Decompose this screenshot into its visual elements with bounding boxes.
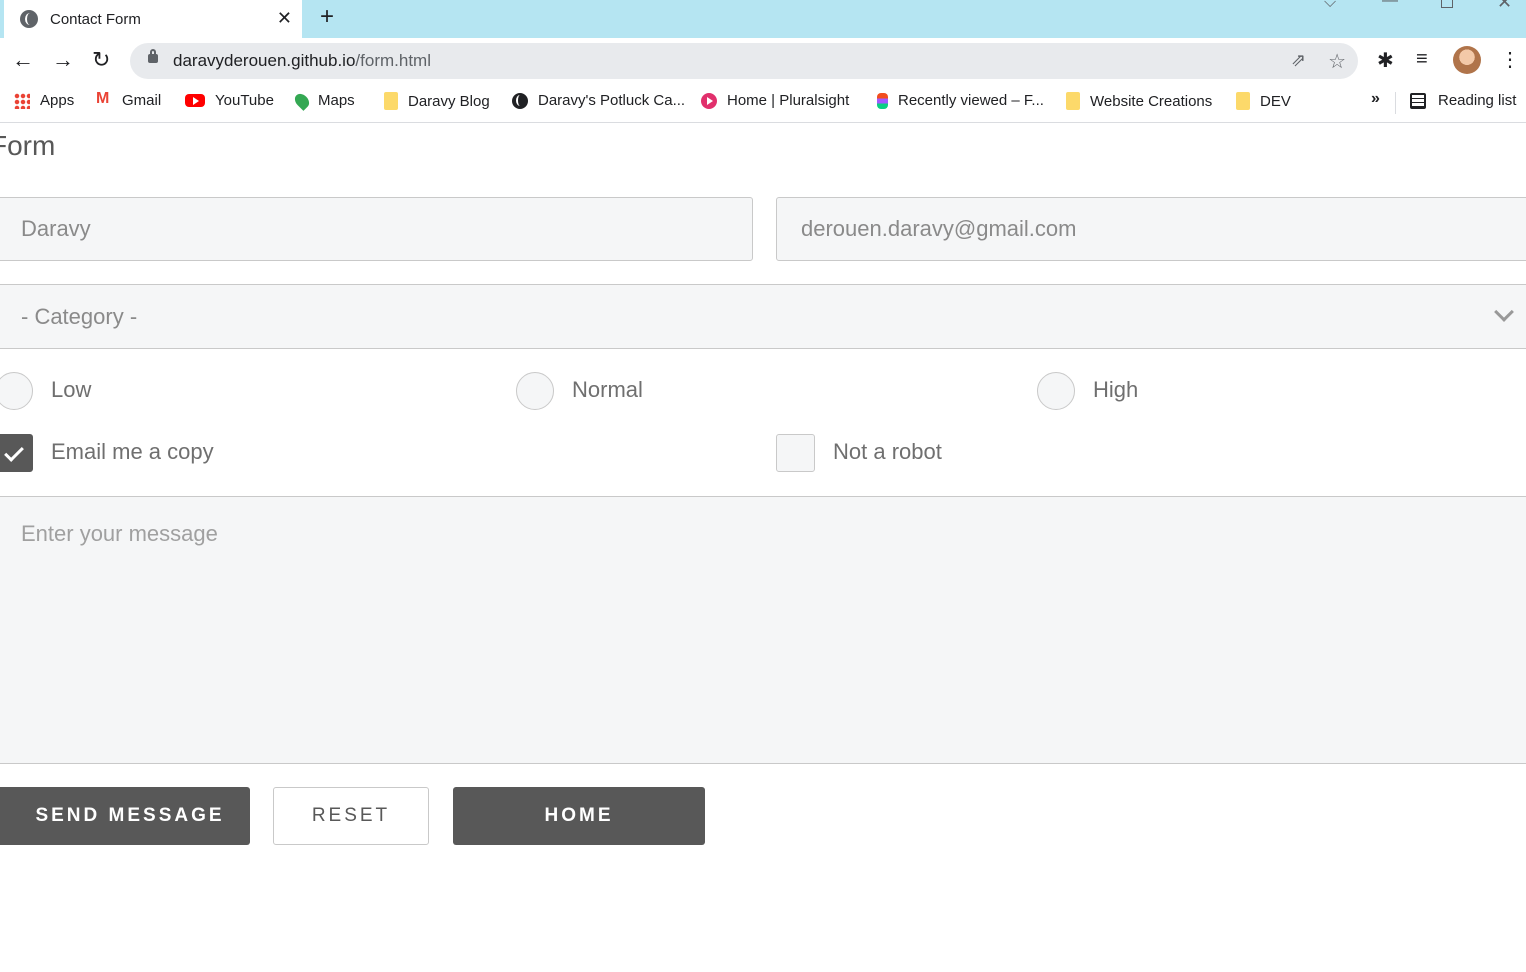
page-content: Form Daravy derouen.daravy@gmail.com - C… <box>0 124 1526 972</box>
home-button[interactable]: HOME <box>453 787 705 845</box>
folder-icon <box>384 92 398 110</box>
globe-icon <box>512 92 528 109</box>
page-title: Form <box>0 130 56 161</box>
bookmark-gmail[interactable]: Gmail <box>96 90 161 109</box>
bookmark-daravy-blog[interactable]: Daravy Blog <box>384 92 490 110</box>
email-field[interactable]: derouen.daravy@gmail.com <box>776 197 1526 261</box>
gmail-icon <box>96 90 112 109</box>
bookmarks-bar: Apps Gmail YouTube Maps Daravy Blog Dara… <box>0 84 1526 123</box>
priority-low-label[interactable]: Low <box>51 377 91 403</box>
reload-icon[interactable]: ↻ <box>92 48 110 72</box>
url-text[interactable]: daravyderouen.github.io/form.html <box>173 51 431 71</box>
avatar[interactable] <box>1453 46 1481 74</box>
folder-icon <box>1236 92 1250 110</box>
priority-low-radio[interactable] <box>0 372 33 410</box>
forward-arrow-icon[interactable]: → <box>52 48 74 72</box>
message-textarea[interactable]: Enter your message <box>0 496 1526 764</box>
bookmark-maps[interactable]: Maps <box>292 90 355 111</box>
tab-title: Contact Form <box>50 10 141 28</box>
reading-list-icon <box>1410 92 1426 109</box>
bookmark-figma[interactable]: Recently viewed – F... <box>877 92 1044 109</box>
media-control-icon[interactable]: ≡ <box>1416 48 1428 71</box>
category-select-value: - Category - <box>21 303 138 329</box>
address-bar[interactable]: daravyderouen.github.io/form.html ⇗ ☆ <box>130 43 1358 79</box>
new-tab-button[interactable]: + <box>320 4 334 30</box>
name-field[interactable]: Daravy <box>0 197 753 261</box>
maximize-icon[interactable] <box>1441 0 1453 8</box>
priority-normal-radio[interactable] <box>516 372 554 410</box>
email-copy-checkbox[interactable] <box>0 434 33 472</box>
bookmark-youtube[interactable]: YouTube <box>185 92 274 109</box>
email-copy-label[interactable]: Email me a copy <box>51 439 214 465</box>
bookmark-pluralsight[interactable]: Home | Pluralsight <box>701 92 849 109</box>
more-bookmarks-icon[interactable]: » <box>1371 90 1380 108</box>
folder-icon <box>1066 92 1080 110</box>
tab-strip: Contact Form ✕ + ⌵ — ✕ <box>0 0 1526 38</box>
share-icon[interactable]: ⇗ <box>1291 50 1306 71</box>
maps-icon <box>292 90 312 111</box>
priority-high-radio[interactable] <box>1037 372 1075 410</box>
bookmark-potluck[interactable]: Daravy's Potluck Ca... <box>512 92 685 109</box>
tab-contact-form[interactable]: Contact Form ✕ <box>4 0 302 38</box>
kebab-menu-icon[interactable]: ⋮ <box>1500 47 1520 72</box>
apps-icon <box>14 92 30 109</box>
priority-high-label[interactable]: High <box>1093 377 1138 403</box>
bookmark-dev[interactable]: DEV <box>1236 92 1291 110</box>
reset-button[interactable]: RESET <box>273 787 429 845</box>
reading-list-button[interactable]: Reading list <box>1410 92 1516 109</box>
pluralsight-icon <box>701 92 717 109</box>
extensions-icon[interactable]: ✱ <box>1377 48 1394 73</box>
lock-icon[interactable] <box>148 49 158 63</box>
close-tab-icon[interactable]: ✕ <box>277 8 292 28</box>
send-message-button[interactable]: SEND MESSAGE <box>0 787 250 845</box>
star-icon[interactable]: ☆ <box>1328 49 1346 74</box>
not-robot-checkbox[interactable] <box>776 434 815 472</box>
figma-icon <box>877 92 888 109</box>
not-robot-label[interactable]: Not a robot <box>833 439 942 465</box>
priority-normal-label[interactable]: Normal <box>572 377 643 403</box>
bookmark-website-creations[interactable]: Website Creations <box>1066 92 1212 110</box>
category-select[interactable]: - Category - <box>0 284 1526 349</box>
back-arrow-icon[interactable]: ← <box>12 48 34 72</box>
bookmarks-divider <box>1395 92 1396 114</box>
tab-search-icon[interactable]: ⌵ <box>1324 0 1336 12</box>
chevron-down-icon <box>1494 302 1514 322</box>
checkmark-icon <box>4 442 24 462</box>
browser-toolbar: ← → ↻ daravyderouen.github.io/form.html … <box>0 38 1526 84</box>
window-close-icon[interactable]: ✕ <box>1497 0 1512 13</box>
minimize-icon[interactable]: — <box>1382 0 1398 10</box>
youtube-icon <box>185 94 205 107</box>
bookmark-apps[interactable]: Apps <box>14 92 74 109</box>
globe-icon <box>20 10 38 28</box>
